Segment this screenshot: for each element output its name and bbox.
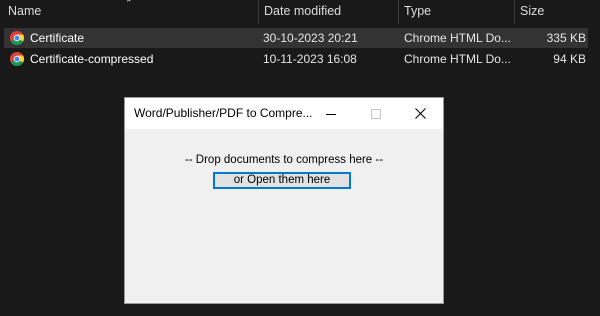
file-row[interactable]: Certificate-compressed 10-11-2023 16:08 … (4, 49, 588, 69)
minimize-icon (325, 113, 336, 115)
close-button[interactable] (398, 98, 443, 129)
file-date: 10-11-2023 16:08 (263, 52, 357, 66)
column-size-header[interactable]: Size (516, 0, 596, 24)
file-size: 335 KB (546, 31, 586, 45)
dialog-titlebar[interactable]: Word/Publisher/PDF to Compre... (125, 98, 443, 129)
column-divider[interactable] (398, 0, 399, 24)
file-type: Chrome HTML Do... (404, 31, 511, 45)
close-icon (415, 108, 426, 119)
file-row[interactable]: Certificate 30-10-2023 20:21 Chrome HTML… (4, 28, 588, 48)
minimize-button[interactable] (308, 98, 353, 129)
open-files-button[interactable]: or Open them here (213, 172, 351, 189)
file-name: Certificate (30, 31, 85, 45)
dialog-title: Word/Publisher/PDF to Compre... (134, 106, 313, 120)
chrome-icon (10, 52, 24, 66)
column-divider[interactable] (258, 0, 259, 24)
file-date: 30-10-2023 20:21 (263, 31, 358, 45)
file-type: Chrome HTML Do... (404, 52, 511, 66)
sort-indicator-icon: ⌃ (125, 0, 133, 8)
file-size: 94 KB (553, 52, 586, 66)
column-type-header[interactable]: Type (400, 0, 512, 24)
file-name: Certificate-compressed (30, 52, 154, 66)
column-date-header[interactable]: Date modified (260, 0, 396, 24)
maximize-button[interactable] (353, 98, 398, 129)
chrome-icon (10, 31, 24, 45)
maximize-icon (370, 108, 381, 119)
column-divider[interactable] (514, 0, 515, 24)
drop-zone-label[interactable]: -- Drop documents to compress here -- (125, 154, 443, 166)
compress-dialog[interactable]: Word/Publisher/PDF to Compre... -- Drop … (124, 97, 444, 304)
column-header: Name ⌃ Date modified Type Size (0, 0, 600, 24)
